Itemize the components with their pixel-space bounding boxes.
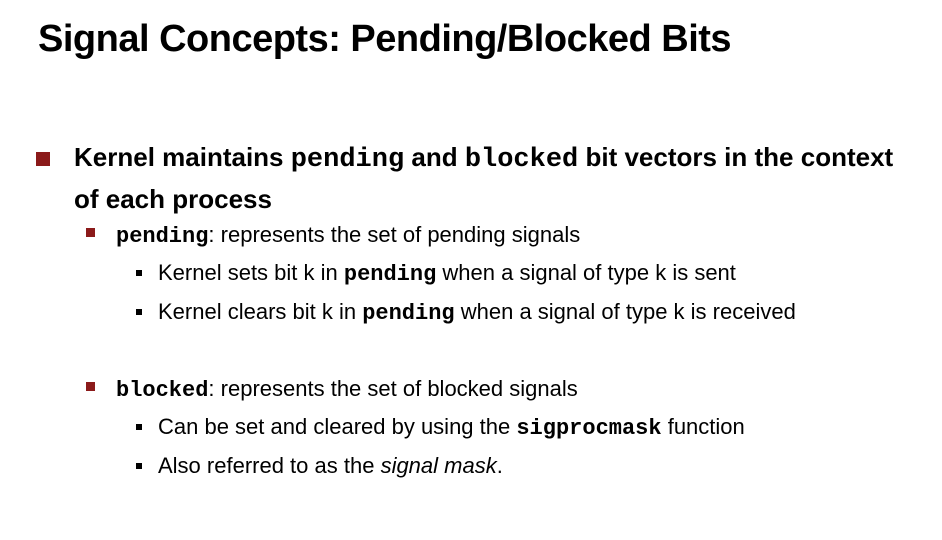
text: and (404, 142, 465, 172)
bullet-sigprocmask: Can be set and cleared by using the sigp… (136, 414, 745, 441)
bullet-pending-set: Kernel sets bit k in pending when a sign… (136, 260, 736, 287)
text: Kernel maintains (74, 142, 291, 172)
text: when a signal of type k is received (454, 299, 796, 324)
text: . (496, 453, 503, 478)
emphasis-signal-mask: signal mask (380, 453, 497, 478)
code-pending: pending (362, 301, 455, 326)
small-square-bullet-icon (136, 463, 142, 469)
small-square-bullet-icon (136, 309, 142, 315)
slide-title: Signal Concepts: Pending/Blocked Bits (38, 18, 732, 60)
bullet-blocked: blocked: represents the set of blocked s… (86, 376, 578, 403)
square-bullet-icon (36, 152, 50, 166)
text: when a signal of type k is sent (436, 260, 736, 285)
square-bullet-icon (86, 382, 95, 391)
square-bullet-icon (86, 228, 95, 237)
blocked-description: : represents the set of blocked signals (208, 376, 578, 401)
text: Can be set and cleared by using the (158, 414, 517, 439)
code-blocked: blocked (464, 145, 579, 175)
bullet-pending-clear: Kernel clears bit k in pending when a si… (136, 299, 796, 326)
text: Kernel sets bit k in (158, 260, 344, 285)
code-pending: pending (116, 224, 209, 249)
pending-description: : represents the set of pending signals (208, 222, 581, 247)
bullet-kernel-maintains: Kernel maintains pending and blocked bit… (36, 138, 914, 219)
text: function (661, 414, 745, 439)
text: Kernel clears bit k in (158, 299, 363, 324)
bullet-signal-mask: Also referred to as the signal mask. (136, 453, 503, 479)
text: Also referred to as the (158, 453, 381, 478)
small-square-bullet-icon (136, 270, 142, 276)
small-square-bullet-icon (136, 424, 142, 430)
code-pending: pending (290, 145, 405, 175)
code-pending: pending (343, 262, 437, 287)
code-sigprocmask: sigprocmask (516, 416, 662, 441)
bullet-pending: pending: represents the set of pending s… (86, 222, 581, 249)
slide: Signal Concepts: Pending/Blocked Bits Ke… (0, 0, 942, 540)
code-blocked: blocked (116, 378, 209, 403)
